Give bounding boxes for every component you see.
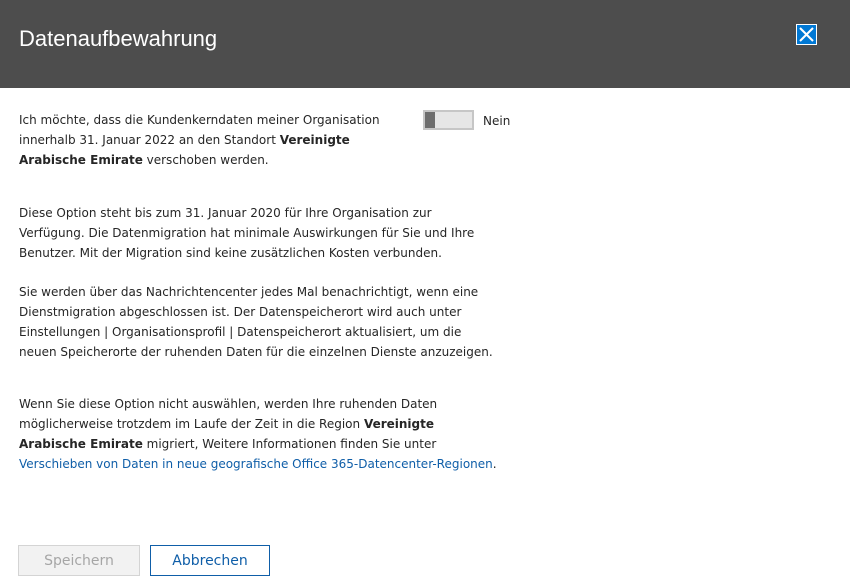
- info-paragraph-migration: Wenn Sie diese Option nicht auswählen, w…: [19, 394, 499, 474]
- info-paragraph-notification: Sie werden über das Nachrichtencenter je…: [19, 285, 493, 359]
- info-text-middle: migriert, Weitere Informationen finden S…: [142, 437, 437, 451]
- close-button[interactable]: [796, 24, 817, 45]
- dialog-header: Datenaufbewahrung: [0, 0, 850, 88]
- info-paragraph-availability: Diese Option steht bis zum 31. Januar 20…: [19, 206, 475, 260]
- close-icon: [799, 27, 814, 42]
- option-text-end: verschoben werden.: [142, 153, 269, 167]
- dialog-title: Datenaufbewahrung: [19, 26, 218, 51]
- data-move-toggle[interactable]: [423, 110, 474, 130]
- toggle-state-label: Nein: [483, 114, 511, 128]
- save-button[interactable]: Speichern: [18, 545, 140, 576]
- option-description: Ich möchte, dass die Kundenkerndaten mei…: [19, 110, 414, 170]
- toggle-knob: [425, 112, 435, 128]
- learn-more-link[interactable]: Verschieben von Daten in neue geografisc…: [19, 457, 493, 471]
- cancel-button[interactable]: Abbrechen: [150, 545, 270, 576]
- info-text-end: .: [492, 457, 497, 471]
